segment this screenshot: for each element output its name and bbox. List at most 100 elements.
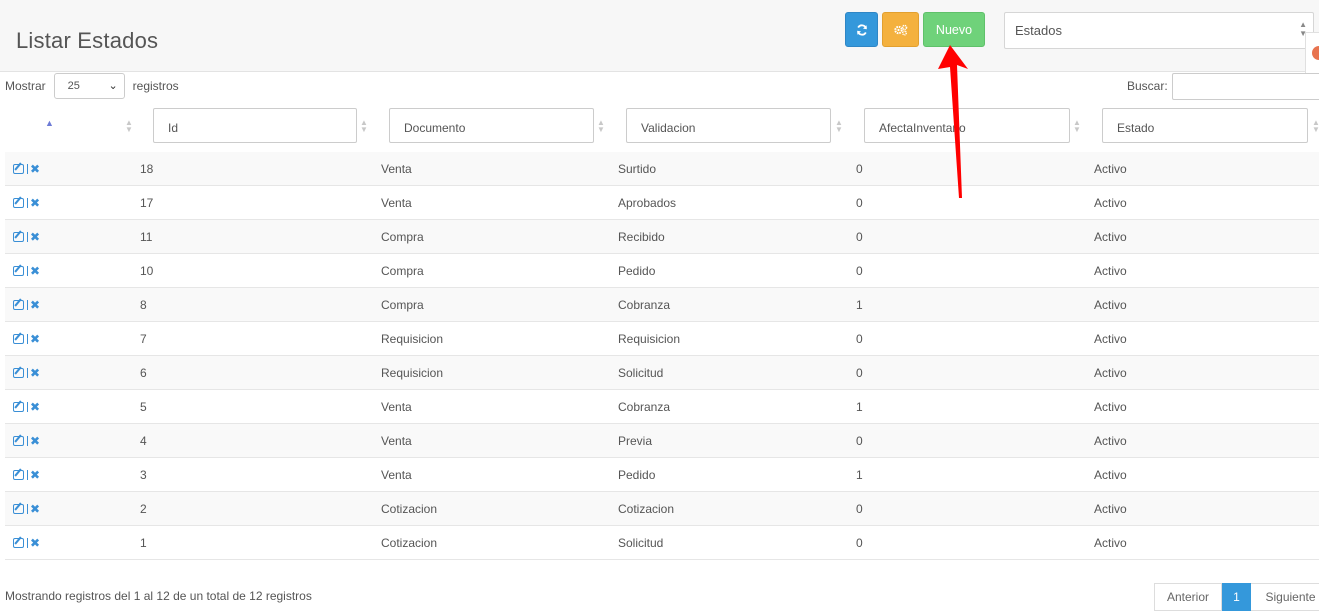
cell-id: 7 xyxy=(140,321,381,356)
cell-afecta: 0 xyxy=(856,525,1094,560)
sort-icon[interactable]: ▲ ▼ xyxy=(360,119,368,134)
cell-validacion: Previa xyxy=(618,423,856,458)
table-row: ✖ 11 Compra Recibido 0 Activo xyxy=(5,219,1319,254)
records-label: registros xyxy=(132,79,179,93)
table-row: ✖ 5 Venta Cobranza 1 Activo xyxy=(5,389,1319,424)
delete-icon[interactable]: ✖ xyxy=(30,162,40,176)
settings-button[interactable] xyxy=(882,12,919,47)
delete-icon[interactable]: ✖ xyxy=(30,536,40,550)
cell-estado: Activo xyxy=(1094,321,1319,356)
row-actions: ✖ xyxy=(5,253,140,288)
edit-icon[interactable] xyxy=(13,231,24,242)
cell-documento: Requisicion xyxy=(381,355,618,390)
sort-icon[interactable]: ▲ ▼ xyxy=(597,119,605,134)
cell-documento: Venta xyxy=(381,185,618,220)
filter-id-input[interactable]: Id xyxy=(153,108,357,143)
column-filter-row: ▲ ▲ ▼ Id ▲ ▼ Documento ▲ ▼ Validacion ▲ ▼ Af… xyxy=(5,100,1319,153)
edit-icon[interactable] xyxy=(13,197,24,208)
cell-estado: Activo xyxy=(1094,457,1319,492)
delete-icon[interactable]: ✖ xyxy=(30,264,40,278)
table-row: ✖ 10 Compra Pedido 0 Activo xyxy=(5,253,1319,288)
action-separator xyxy=(27,299,28,310)
sort-icon[interactable]: ▲ ▼ xyxy=(1312,119,1319,134)
search-input[interactable] xyxy=(1172,73,1319,100)
cell-afecta: 1 xyxy=(856,389,1094,424)
table-row: ✖ 17 Venta Aprobados 0 Activo xyxy=(5,185,1319,220)
edit-icon[interactable] xyxy=(13,503,24,514)
cell-estado: Activo xyxy=(1094,491,1319,526)
row-actions: ✖ xyxy=(5,185,140,220)
edit-icon[interactable] xyxy=(13,265,24,276)
table-row: ✖ 8 Compra Cobranza 1 Activo xyxy=(5,287,1319,322)
refresh-button[interactable] xyxy=(845,12,878,47)
filter-afecta-input[interactable]: AfectaInventario xyxy=(864,108,1070,143)
row-actions: ✖ xyxy=(5,389,140,424)
page-length-control: Mostrar 25 ⌄ registros xyxy=(5,72,179,100)
row-actions: ✖ xyxy=(5,491,140,526)
filter-estado-input[interactable]: Estado xyxy=(1102,108,1308,143)
filter-validacion-input[interactable]: Validacion xyxy=(626,108,831,143)
cell-afecta: 0 xyxy=(856,219,1094,254)
row-actions: ✖ xyxy=(5,287,140,322)
cell-afecta: 1 xyxy=(856,287,1094,322)
cell-id: 4 xyxy=(140,423,381,458)
action-separator xyxy=(27,503,28,514)
side-panel-tab[interactable] xyxy=(1305,32,1319,74)
filter-documento-input[interactable]: Documento xyxy=(389,108,594,143)
action-separator xyxy=(27,537,28,548)
cell-afecta: 0 xyxy=(856,185,1094,220)
cell-documento: Venta xyxy=(381,389,618,424)
edit-icon[interactable] xyxy=(13,469,24,480)
cell-documento: Venta xyxy=(381,152,618,186)
delete-icon[interactable]: ✖ xyxy=(30,332,40,346)
cell-documento: Requisicion xyxy=(381,321,618,356)
row-actions: ✖ xyxy=(5,321,140,356)
delete-icon[interactable]: ✖ xyxy=(30,196,40,210)
cell-afecta: 0 xyxy=(856,491,1094,526)
action-separator xyxy=(27,435,28,446)
edit-icon[interactable] xyxy=(13,401,24,412)
edit-icon[interactable] xyxy=(13,163,24,174)
delete-icon[interactable]: ✖ xyxy=(30,298,40,312)
cell-estado: Activo xyxy=(1094,185,1319,220)
action-separator xyxy=(27,265,28,276)
sort-asc-icon[interactable]: ▲ xyxy=(45,118,54,128)
edit-icon[interactable] xyxy=(13,367,24,378)
cell-afecta: 0 xyxy=(856,253,1094,288)
page-1-button[interactable]: 1 xyxy=(1222,583,1251,611)
delete-icon[interactable]: ✖ xyxy=(30,434,40,448)
edit-icon[interactable] xyxy=(13,299,24,310)
table-row: ✖ 18 Venta Surtido 0 Activo xyxy=(5,152,1319,186)
pagination: Anterior 1 Siguiente xyxy=(1154,583,1319,611)
edit-icon[interactable] xyxy=(13,435,24,446)
cell-afecta: 0 xyxy=(856,423,1094,458)
cell-afecta: 0 xyxy=(856,355,1094,390)
cell-id: 8 xyxy=(140,287,381,322)
delete-icon[interactable]: ✖ xyxy=(30,400,40,414)
delete-icon[interactable]: ✖ xyxy=(30,468,40,482)
delete-icon[interactable]: ✖ xyxy=(30,502,40,516)
cell-validacion: Cotizacion xyxy=(618,491,856,526)
sort-icon[interactable]: ▲ ▼ xyxy=(835,119,843,134)
table-info: Mostrando registros del 1 al 12 de un to… xyxy=(5,589,312,603)
page-length-select[interactable]: 25 ⌄ xyxy=(53,73,125,99)
next-page-button[interactable]: Siguiente xyxy=(1251,583,1319,611)
cell-id: 18 xyxy=(140,152,381,186)
edit-icon[interactable] xyxy=(13,333,24,344)
cell-id: 5 xyxy=(140,389,381,424)
table-row: ✖ 3 Venta Pedido 1 Activo xyxy=(5,457,1319,492)
module-select[interactable]: Estados ▲ ▼ xyxy=(1004,12,1314,49)
sort-icon[interactable]: ▲ ▼ xyxy=(1073,119,1081,134)
cell-estado: Activo xyxy=(1094,219,1319,254)
sort-icon[interactable]: ▲ ▼ xyxy=(125,119,133,134)
action-separator xyxy=(27,197,28,208)
cell-validacion: Solicitud xyxy=(618,525,856,560)
edit-icon[interactable] xyxy=(13,537,24,548)
cell-afecta: 1 xyxy=(856,457,1094,492)
cell-id: 11 xyxy=(140,219,381,254)
cell-validacion: Pedido xyxy=(618,253,856,288)
delete-icon[interactable]: ✖ xyxy=(30,366,40,380)
previous-page-button[interactable]: Anterior xyxy=(1154,583,1222,611)
delete-icon[interactable]: ✖ xyxy=(30,230,40,244)
new-button[interactable]: Nuevo xyxy=(923,12,985,47)
